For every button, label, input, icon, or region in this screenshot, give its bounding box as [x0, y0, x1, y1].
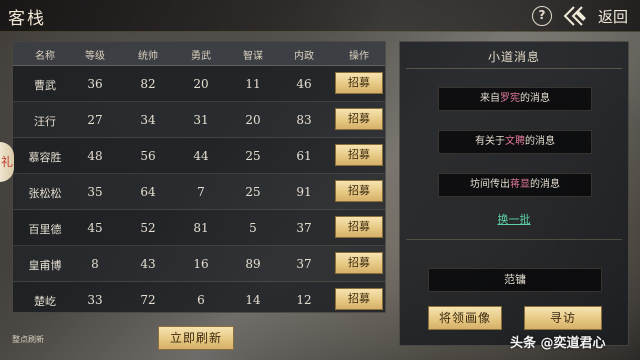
cell-wisdom: 14 — [245, 293, 261, 307]
rumor-person-name: 罗宪 — [500, 93, 520, 104]
recruit-button[interactable]: 招募 — [335, 72, 383, 94]
back-label: 返回 — [598, 8, 629, 26]
rumor-suffix: 的消息 — [530, 179, 560, 190]
table-row: 张松松 35 64 7 25 91 招募 — [13, 174, 385, 210]
cell-command: 72 — [140, 293, 156, 307]
section-divider — [406, 239, 622, 240]
cell-level: 45 — [87, 221, 103, 235]
table-row: 百里德 45 52 81 5 37 招募 — [13, 210, 385, 246]
back-arrow-icon — [563, 6, 586, 26]
recruit-button[interactable]: 招募 — [335, 180, 383, 202]
cell-politics: 12 — [296, 293, 312, 307]
rumor-item[interactable]: 坊间传出蒋显的消息 — [438, 173, 592, 197]
cell-name: 张松松 — [28, 187, 62, 200]
cell-name: 汪行 — [34, 115, 56, 128]
refresh-note: 整点刷新 — [12, 335, 44, 344]
cell-level: 35 — [87, 185, 103, 199]
column-header-valor: 勇武 — [191, 51, 211, 62]
rumor-suffix: 的消息 — [520, 93, 550, 104]
column-header-name: 名称 — [35, 51, 55, 62]
rumor-item[interactable]: 来自罗宪的消息 — [438, 87, 592, 111]
table-row: 曹武 36 82 20 11 46 招募 — [13, 66, 385, 102]
rumor-person-name: 文聘 — [505, 136, 525, 147]
cell-politics: 91 — [296, 185, 312, 199]
cell-command: 56 — [140, 149, 156, 163]
cell-command: 43 — [140, 257, 156, 271]
cell-politics: 61 — [296, 149, 312, 163]
cell-name: 百里德 — [28, 223, 62, 236]
cell-valor: 7 — [197, 185, 205, 199]
cell-name: 皇甫博 — [28, 259, 62, 272]
cell-wisdom: 11 — [245, 77, 261, 91]
column-header-politics: 内政 — [294, 51, 314, 62]
general-portrait-button[interactable]: 将领画像 — [428, 306, 502, 330]
cell-command: 34 — [140, 113, 156, 127]
rumor-person-name: 蒋显 — [510, 179, 530, 190]
table-row: 汪行 27 34 31 20 83 招募 — [13, 102, 385, 138]
help-button[interactable]: ? — [532, 6, 552, 26]
recruit-button[interactable]: 招募 — [335, 144, 383, 166]
cell-command: 82 — [140, 77, 156, 91]
recruit-table: 名称 等级 统帅 勇武 智谋 内政 操作 曹武 36 82 20 11 46 招… — [12, 41, 386, 313]
rumor-panel-title: 小道消息 — [487, 50, 540, 64]
rumor-prefix: 有关于 — [475, 136, 505, 147]
top-bar: 客栈 ? 返回 — [0, 0, 640, 32]
cell-valor: 20 — [193, 77, 209, 91]
column-header-action: 操作 — [349, 51, 369, 62]
rumor-prefix: 来自 — [480, 93, 500, 104]
visit-button[interactable]: 寻访 — [524, 306, 602, 330]
cell-wisdom: 89 — [245, 257, 261, 271]
rumor-panel: 小道消息 来自罗宪的消息 有关于文聘的消息 坊间传出蒋显的消息 换一批 范镛 将… — [399, 41, 629, 346]
recruit-button[interactable]: 招募 — [335, 108, 383, 130]
cell-politics: 37 — [296, 221, 312, 235]
cell-wisdom: 25 — [245, 149, 261, 163]
cell-level: 8 — [91, 257, 99, 271]
back-button[interactable]: 返回 — [562, 4, 634, 28]
cell-wisdom: 25 — [245, 185, 261, 199]
target-general-name: 范镛 — [428, 268, 602, 292]
recruit-button[interactable]: 招募 — [335, 216, 383, 238]
page-title: 客栈 — [8, 9, 46, 29]
cell-politics: 37 — [296, 257, 312, 271]
table-header: 名称 等级 统帅 勇武 智谋 内政 操作 — [13, 42, 385, 66]
table-row: 楚屹 33 72 6 14 12 招募 — [13, 282, 385, 318]
column-header-wisdom: 智谋 — [243, 51, 263, 62]
swap-batch-link[interactable]: 换一批 — [400, 211, 628, 227]
cell-name: 曹武 — [34, 79, 56, 92]
watermark: 头条 @奕道君心 — [510, 336, 606, 351]
cell-valor: 81 — [193, 221, 209, 235]
cell-politics: 83 — [296, 113, 312, 127]
recruit-button[interactable]: 招募 — [335, 288, 383, 310]
rumor-suffix: 的消息 — [525, 136, 555, 147]
column-header-level: 等级 — [85, 51, 105, 62]
column-header-command: 统帅 — [138, 51, 158, 62]
rumor-prefix: 坊间传出 — [470, 179, 510, 190]
cell-name: 慕容胜 — [28, 151, 62, 164]
cell-wisdom: 5 — [249, 221, 257, 235]
cell-valor: 16 — [193, 257, 209, 271]
title-divider — [406, 68, 622, 69]
cell-name: 楚屹 — [34, 295, 56, 308]
cell-valor: 6 — [197, 293, 205, 307]
table-row: 慕容胜 48 56 44 25 61 招募 — [13, 138, 385, 174]
cell-wisdom: 20 — [245, 113, 261, 127]
table-row: 皇甫博 8 43 16 89 37 招募 — [13, 246, 385, 282]
cell-level: 36 — [87, 77, 103, 91]
cell-level: 48 — [87, 149, 103, 163]
cell-valor: 31 — [193, 113, 209, 127]
cell-command: 64 — [140, 185, 156, 199]
cell-valor: 44 — [193, 149, 209, 163]
recruit-button[interactable]: 招募 — [335, 252, 383, 274]
cell-level: 33 — [87, 293, 103, 307]
rumor-item[interactable]: 有关于文聘的消息 — [438, 130, 592, 154]
cell-level: 27 — [87, 113, 103, 127]
cell-politics: 46 — [296, 77, 312, 91]
refresh-now-button[interactable]: 立即刷新 — [158, 326, 234, 350]
cell-command: 52 — [140, 221, 156, 235]
